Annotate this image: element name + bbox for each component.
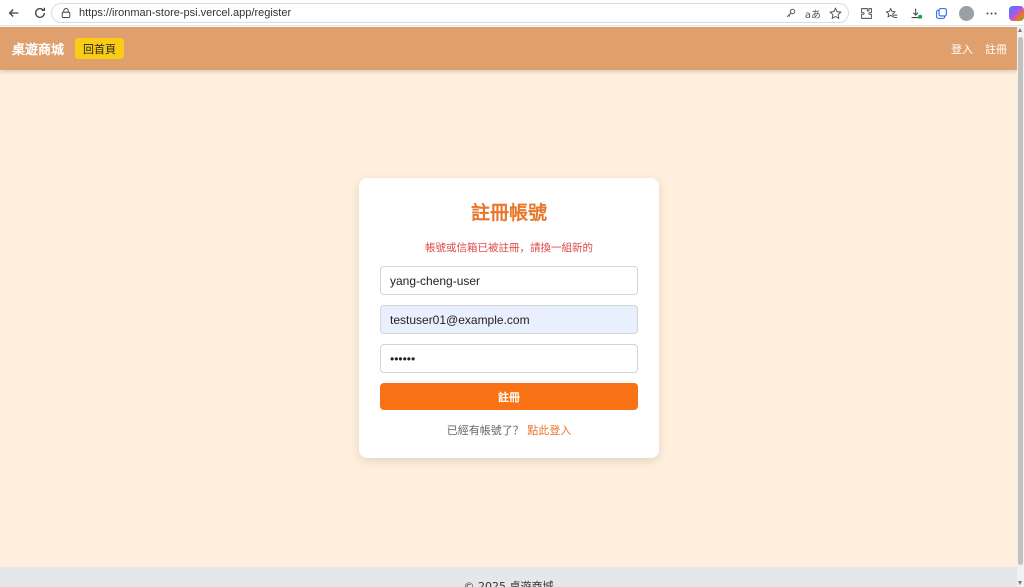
password-input[interactable]: ••••••	[380, 344, 638, 373]
browser-toolbar: https://ironman-store-psi.vercel.app/reg…	[0, 0, 1024, 26]
site-info-icon[interactable]	[58, 5, 74, 21]
page-scrollbar[interactable]	[1017, 27, 1024, 587]
favorite-star-icon[interactable]	[826, 5, 844, 21]
key-icon[interactable]	[782, 5, 800, 21]
login-prompt-text: 已經有帳號了？	[446, 424, 524, 437]
scroll-up-arrow[interactable]	[1018, 28, 1022, 32]
reload-button[interactable]	[29, 2, 51, 24]
favorites-icon[interactable]	[880, 3, 902, 23]
footer-copyright: © 2025 桌遊商城	[463, 580, 554, 587]
more-icon[interactable]	[980, 3, 1002, 23]
email-input[interactable]: testuser01@example.com	[380, 305, 638, 334]
login-link[interactable]: 點此登入	[527, 424, 571, 437]
username-input[interactable]: yang-cheng-user	[380, 266, 638, 295]
back-button[interactable]	[3, 2, 25, 24]
scroll-thumb[interactable]	[1018, 37, 1023, 565]
login-prompt: 已經有帳號了？ 點此登入	[359, 422, 659, 438]
scroll-down-arrow[interactable]	[1018, 581, 1022, 585]
reload-icon	[34, 7, 46, 18]
page-title: 註冊帳號	[470, 202, 547, 224]
read-aloud-icon[interactable]: aあ	[804, 5, 822, 21]
copilot-icon[interactable]	[1005, 3, 1024, 23]
register-card: 註冊帳號 帳號或信箱已被註冊，請換一組新的 yang-cheng-user te…	[359, 178, 659, 458]
back-icon	[8, 8, 19, 17]
register-button[interactable]: 註冊	[380, 383, 638, 410]
page: 桌遊商城 回首頁 登入 註冊 註冊帳號 帳號或信箱已被註冊，請換一組新的 yan…	[0, 27, 1017, 587]
profile-avatar[interactable]	[955, 3, 977, 23]
address-bar[interactable]: https://ironman-store-psi.vercel.app/reg…	[51, 3, 849, 23]
site-header: 桌遊商城 回首頁 登入 註冊	[0, 27, 1017, 70]
register-nav-link[interactable]: 註冊	[985, 41, 1007, 57]
login-nav-link[interactable]: 登入	[951, 41, 973, 57]
home-button[interactable]: 回首頁	[75, 38, 125, 59]
error-message: 帳號或信箱已被註冊，請換一組新的	[425, 242, 593, 254]
collections-icon[interactable]	[930, 3, 952, 23]
extensions-icon[interactable]	[855, 3, 877, 23]
brand-logo[interactable]: 桌遊商城	[12, 39, 64, 58]
footer: © 2025 桌遊商城	[0, 567, 1017, 587]
url-text[interactable]: https://ironman-store-psi.vercel.app/reg…	[79, 7, 782, 19]
downloads-icon[interactable]	[905, 3, 927, 23]
